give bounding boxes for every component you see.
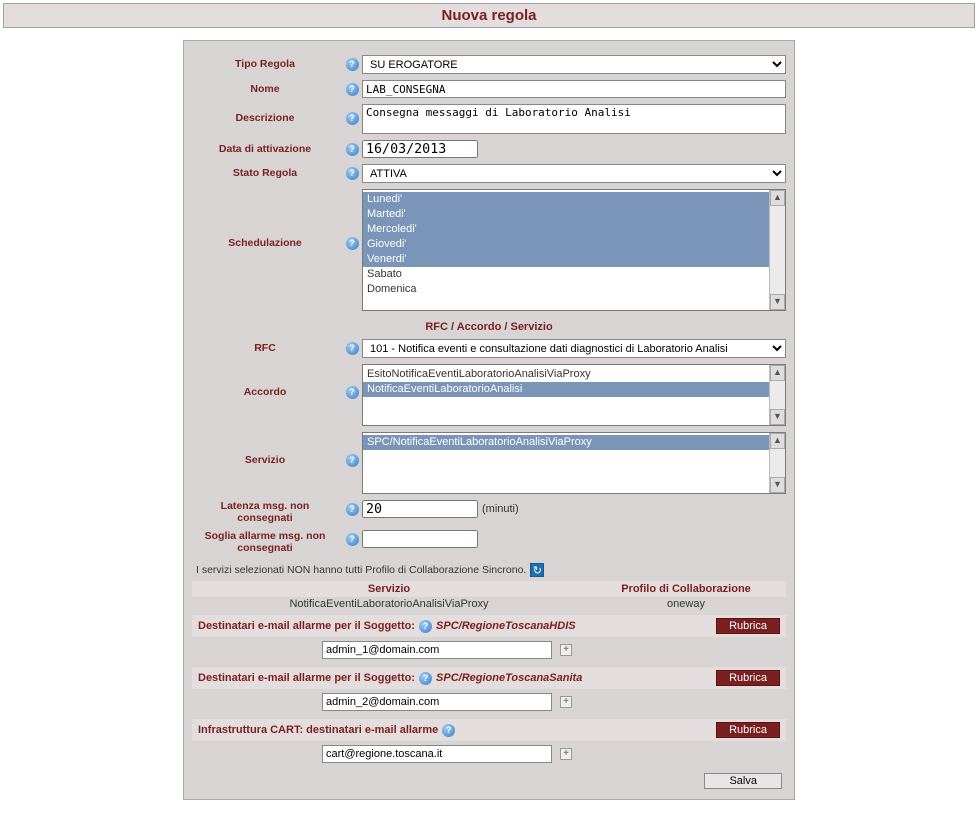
label-servizio: Servizio xyxy=(192,432,342,466)
label-tipo-regola: Tipo Regola xyxy=(192,55,342,70)
scroll-up-icon[interactable]: ▲ xyxy=(770,433,785,449)
cell-servizio: NotificaEventiLaboratorioAnalisiViaProxy xyxy=(192,598,586,610)
section-header-rfc: RFC / Accordo / Servizio xyxy=(192,321,786,333)
dest-subject: SPC/RegioneToscanaHDIS xyxy=(436,620,576,632)
title-bar: Nuova regola xyxy=(3,3,975,28)
data-attivazione-input[interactable] xyxy=(362,140,478,158)
scrollbar[interactable]: ▲ ▼ xyxy=(769,365,785,425)
page-title: Nuova regola xyxy=(4,7,974,24)
list-item[interactable]: Venerdi' xyxy=(363,252,785,267)
scrollbar[interactable]: ▲ ▼ xyxy=(769,433,785,493)
scroll-down-icon[interactable]: ▼ xyxy=(770,409,785,425)
help-icon[interactable] xyxy=(419,620,432,633)
list-item[interactable]: Lunedi' xyxy=(363,192,785,207)
rubrica-button[interactable]: Rubrica xyxy=(716,618,780,634)
nome-input[interactable] xyxy=(362,80,786,98)
dest-label-prefix: Destinatari e-mail allarme per il Sogget… xyxy=(198,620,415,632)
latenza-unit: (minuti) xyxy=(482,503,519,515)
refresh-icon[interactable]: ↻ xyxy=(530,563,544,577)
dest-email-input[interactable] xyxy=(322,693,552,711)
sync-note-line: I servizi selezionati NON hanno tutti Pr… xyxy=(192,560,786,579)
dest-header: Destinatari e-mail allarme per il Sogget… xyxy=(192,615,786,637)
schedulazione-listbox[interactable]: Lunedi'Martedi'Mercoledi'Giovedi'Venerdi… xyxy=(362,189,786,311)
scrollbar[interactable]: ▲ ▼ xyxy=(769,190,785,310)
help-icon[interactable] xyxy=(346,237,359,250)
help-icon[interactable] xyxy=(346,342,359,355)
table-row: NotificaEventiLaboratorioAnalisiViaProxy… xyxy=(192,597,786,611)
add-email-icon[interactable]: + xyxy=(560,748,572,760)
infra-email-input[interactable] xyxy=(322,745,552,763)
rfc-select[interactable]: 101 - Notifica eventi e consultazione da… xyxy=(362,339,786,358)
accordo-listbox[interactable]: EsitoNotificaEventiLaboratorioAnalisiVia… xyxy=(362,364,786,426)
infra-header: Infrastruttura CART: destinatari e-mail … xyxy=(192,719,786,741)
help-icon[interactable] xyxy=(346,386,359,399)
infra-label: Infrastruttura CART: destinatari e-mail … xyxy=(198,724,438,736)
stato-regola-select[interactable]: ATTIVA xyxy=(362,164,786,183)
help-icon[interactable] xyxy=(346,83,359,96)
help-icon[interactable] xyxy=(346,112,359,125)
latenza-input[interactable] xyxy=(362,500,478,518)
sync-note-text: I servizi selezionati NON hanno tutti Pr… xyxy=(196,564,526,576)
help-icon[interactable] xyxy=(346,58,359,71)
add-email-icon[interactable]: + xyxy=(560,696,572,708)
dest-subject: SPC/RegioneToscanaSanita xyxy=(436,672,582,684)
save-button[interactable]: Salva xyxy=(704,773,782,789)
dest-header: Destinatari e-mail allarme per il Sogget… xyxy=(192,667,786,689)
descrizione-textarea[interactable]: Consegna messaggi di Laboratorio Analisi xyxy=(362,104,786,134)
list-item[interactable]: Domenica xyxy=(363,282,785,297)
label-latenza: Latenza msg. non consegnati xyxy=(192,500,342,524)
list-item[interactable]: Giovedi' xyxy=(363,237,785,252)
rubrica-button[interactable]: Rubrica xyxy=(716,670,780,686)
help-icon[interactable] xyxy=(442,724,455,737)
rubrica-button[interactable]: Rubrica xyxy=(716,722,780,738)
cell-profilo: oneway xyxy=(586,598,786,610)
tipo-regola-select[interactable]: SU EROGATORE xyxy=(362,55,786,74)
profile-table-header: Servizio Profilo di Collaborazione xyxy=(192,581,786,597)
soglia-input[interactable] xyxy=(362,530,478,548)
scroll-up-icon[interactable]: ▲ xyxy=(770,365,785,381)
label-descrizione: Descrizione xyxy=(192,104,342,124)
list-item[interactable]: NotificaEventiLaboratorioAnalisi xyxy=(363,382,785,397)
help-icon[interactable] xyxy=(346,143,359,156)
label-soglia: Soglia allarme msg. non consegnati xyxy=(192,530,342,554)
label-data-attivazione: Data di attivazione xyxy=(192,140,342,155)
help-icon[interactable] xyxy=(346,503,359,516)
dest-email-input[interactable] xyxy=(322,641,552,659)
help-icon[interactable] xyxy=(346,167,359,180)
list-item[interactable]: Sabato xyxy=(363,267,785,282)
label-stato-regola: Stato Regola xyxy=(192,164,342,179)
col-profilo: Profilo di Collaborazione xyxy=(586,583,786,595)
dest-label-prefix: Destinatari e-mail allarme per il Sogget… xyxy=(198,672,415,684)
help-icon[interactable] xyxy=(346,533,359,546)
list-item[interactable]: Mercoledi' xyxy=(363,222,785,237)
list-item[interactable]: Martedi' xyxy=(363,207,785,222)
label-nome: Nome xyxy=(192,80,342,95)
col-servizio: Servizio xyxy=(192,583,586,595)
label-schedulazione: Schedulazione xyxy=(192,189,342,249)
servizio-listbox[interactable]: SPC/NotificaEventiLaboratorioAnalisiViaP… xyxy=(362,432,786,494)
help-icon[interactable] xyxy=(346,454,359,467)
label-accordo: Accordo xyxy=(192,364,342,398)
help-icon[interactable] xyxy=(419,672,432,685)
scroll-down-icon[interactable]: ▼ xyxy=(770,477,785,493)
list-item[interactable]: EsitoNotificaEventiLaboratorioAnalisiVia… xyxy=(363,367,785,382)
scroll-up-icon[interactable]: ▲ xyxy=(770,190,785,206)
list-item[interactable]: SPC/NotificaEventiLaboratorioAnalisiViaP… xyxy=(363,435,785,450)
add-email-icon[interactable]: + xyxy=(560,644,572,656)
scroll-down-icon[interactable]: ▼ xyxy=(770,294,785,310)
label-rfc: RFC xyxy=(192,339,342,354)
form-panel: Tipo Regola SU EROGATORE Nome Descrizion… xyxy=(183,40,795,800)
